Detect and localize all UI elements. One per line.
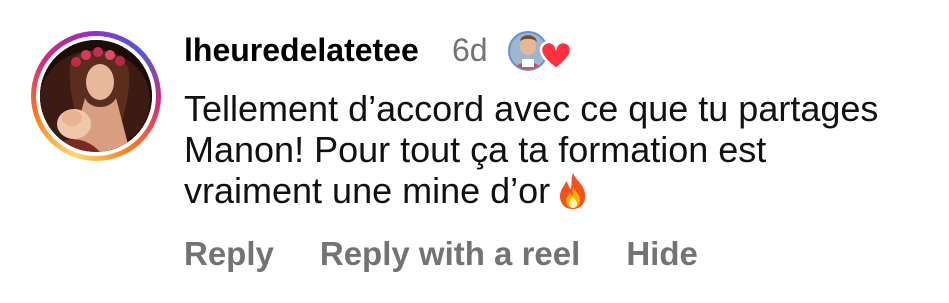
comment-item: lheuredelatetee 6d Tellement d’accord av… bbox=[0, 0, 949, 303]
avatar-story-ring[interactable] bbox=[31, 31, 161, 161]
comment-actions: Reply Reply with a reel Hide bbox=[184, 232, 698, 276]
avatar-photo bbox=[40, 40, 152, 152]
hide-button[interactable]: Hide bbox=[626, 232, 698, 276]
comment-username[interactable]: lheuredelatetee bbox=[184, 30, 419, 70]
reply-button[interactable]: Reply bbox=[184, 232, 274, 276]
avatar[interactable] bbox=[40, 40, 152, 152]
comment-time: 6d bbox=[452, 32, 488, 68]
comment-text-content: Tellement d’accord avec ce que tu partag… bbox=[184, 88, 879, 211]
creator-avatar-heart-icon bbox=[507, 30, 572, 72]
reply-with-reel-button[interactable]: Reply with a reel bbox=[320, 232, 580, 276]
comment-text: Tellement d’accord avec ce que tu partag… bbox=[184, 88, 904, 211]
fire-icon bbox=[560, 173, 586, 209]
